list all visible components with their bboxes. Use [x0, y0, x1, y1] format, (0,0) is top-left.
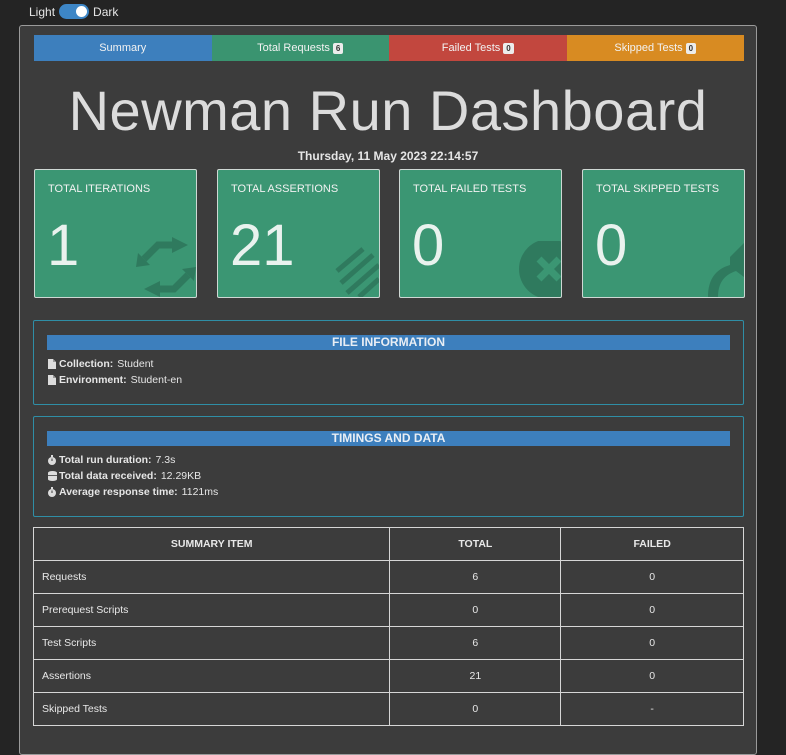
page-title: Newman Run Dashboard — [68, 79, 708, 142]
stopwatch-icon — [47, 455, 57, 465]
card-label: TOTAL FAILED TESTS — [413, 183, 527, 195]
column-header-failed: FAILED — [560, 527, 744, 561]
info-label: Environment: — [59, 374, 127, 386]
share-icon — [708, 243, 744, 297]
file-information-box: FILE INFORMATION Collection: Student Env… — [33, 320, 744, 405]
row-total: 21 — [389, 659, 562, 693]
count-badge: 0 — [685, 42, 697, 54]
data-received-row: Total data received: 12.29KB — [47, 468, 743, 484]
count-badge: 6 — [332, 42, 344, 54]
theme-toggle: Light Dark — [29, 4, 118, 19]
table-header-row: SUMMARY ITEM TOTAL FAILED — [32, 527, 744, 561]
theme-switch[interactable] — [59, 4, 90, 19]
tab-summary[interactable]: Summary — [34, 35, 212, 61]
row-total: 0 — [389, 692, 562, 726]
section-header: FILE INFORMATION — [47, 335, 730, 350]
row-total: 0 — [389, 593, 562, 627]
stopwatch-icon — [47, 487, 57, 497]
tab-skipped-tests[interactable]: Skipped Tests 0 — [566, 35, 744, 61]
card-label: TOTAL ITERATIONS — [48, 183, 151, 195]
tab-bar: Summary Total Requests 6 Failed Tests 0 … — [34, 35, 744, 61]
database-icon — [47, 471, 57, 481]
timings-and-data-box: TIMINGS AND DATA Total run duration: 7.3… — [33, 416, 744, 517]
row-item: Test Scripts — [32, 626, 391, 660]
collection-row: Collection: Student — [47, 356, 743, 372]
summary-table: SUMMARY ITEM TOTAL FAILED Requests 6 0 P… — [32, 527, 744, 726]
file-icon — [47, 375, 57, 385]
row-item: Assertions — [32, 659, 391, 693]
switch-knob — [76, 6, 88, 17]
card-label: TOTAL SKIPPED TESTS — [596, 183, 720, 195]
row-item: Prerequest Scripts — [32, 593, 391, 627]
card-label: TOTAL ASSERTIONS — [231, 183, 339, 195]
card-value: 0 — [412, 213, 445, 278]
section-header: TIMINGS AND DATA — [47, 431, 730, 446]
tab-label: Total Requests — [257, 42, 330, 54]
row-item: Requests — [32, 560, 391, 594]
info-value: Student — [117, 358, 154, 370]
info-label: Average response time: — [59, 486, 178, 498]
row-total: 6 — [389, 560, 562, 594]
info-value: Student-en — [130, 374, 183, 386]
card-value: 1 — [47, 213, 80, 278]
avg-response-row: Average response time: 1121ms — [47, 484, 743, 500]
dashboard-panel: Summary Total Requests 6 Failed Tests 0 … — [19, 25, 757, 755]
column-header-summary-item: SUMMARY ITEM — [32, 527, 391, 561]
info-value: 12.29KB — [160, 470, 202, 482]
row-total: 6 — [389, 626, 562, 660]
row-failed: 0 — [560, 626, 744, 660]
tab-label: Failed Tests — [441, 42, 501, 54]
table-row: Test Scripts 6 0 — [32, 626, 744, 660]
tab-label: Summary — [99, 42, 147, 54]
table-row: Requests 6 0 — [32, 560, 744, 594]
info-label: Total run duration: — [59, 454, 152, 466]
card-value: 21 — [230, 213, 295, 278]
row-failed: 0 — [560, 560, 744, 594]
info-value: 7.3s — [155, 454, 176, 466]
row-failed: - — [560, 692, 744, 726]
file-icon — [47, 359, 57, 369]
info-value: 1121ms — [181, 486, 219, 498]
times-circle-icon — [519, 241, 561, 297]
dark-label: Dark — [93, 4, 119, 19]
run-duration-row: Total run duration: 7.3s — [47, 452, 743, 468]
card-total-skipped-tests: TOTAL SKIPPED TESTS 0 — [582, 169, 745, 298]
card-total-assertions: TOTAL ASSERTIONS 21 — [217, 169, 380, 298]
column-header-total: TOTAL — [389, 527, 562, 561]
row-failed: 0 — [560, 659, 744, 693]
list-check-icon — [335, 247, 379, 297]
info-label: Collection: — [59, 358, 114, 370]
count-badge: 0 — [503, 42, 514, 54]
row-failed: 0 — [560, 593, 744, 627]
tab-label: Skipped Tests — [614, 42, 683, 54]
environment-row: Environment: Student-en — [47, 372, 743, 388]
tab-total-requests[interactable]: Total Requests 6 — [211, 35, 389, 61]
run-timestamp: Thursday, 11 May 2023 22:14:57 — [297, 149, 479, 163]
row-item: Skipped Tests — [32, 692, 391, 726]
tab-failed-tests[interactable]: Failed Tests 0 — [389, 35, 567, 61]
card-total-failed-tests: TOTAL FAILED TESTS 0 — [399, 169, 562, 298]
table-row: Skipped Tests 0 - — [32, 692, 744, 726]
light-label: Light — [29, 4, 56, 19]
card-total-iterations: TOTAL ITERATIONS 1 — [34, 169, 197, 298]
info-label: Total data received: — [59, 470, 157, 482]
table-row: Prerequest Scripts 0 0 — [32, 593, 744, 627]
refresh-icon — [136, 237, 196, 297]
table-row: Assertions 21 0 — [32, 659, 744, 693]
card-value: 0 — [595, 213, 628, 278]
